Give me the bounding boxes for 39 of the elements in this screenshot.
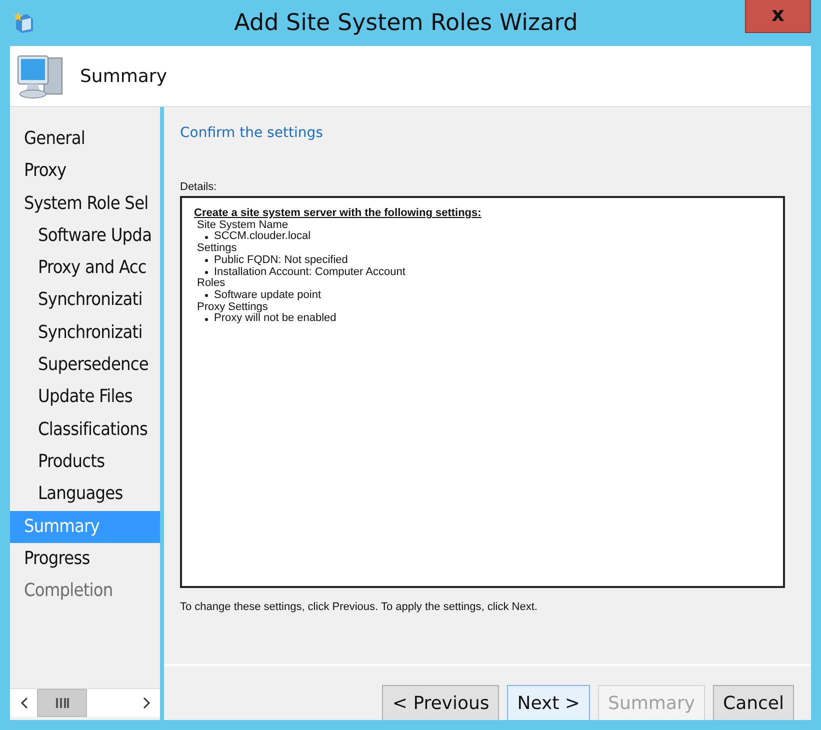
sidebar-item[interactable]: Products [10, 446, 160, 478]
sidebar-item[interactable]: Software Upda [10, 220, 160, 252]
bullet-icon [205, 259, 208, 262]
details-section-title: Site System Name [196, 220, 288, 232]
sidebar-item[interactable]: Synchronizati [10, 284, 160, 317]
details-item: Proxy will not be enabled [214, 313, 336, 326]
details-section-title: Proxy Settings [196, 302, 269, 313]
details-heading: Create a site system server with the following settings: [194, 208, 482, 220]
wizard-button[interactable]: Next > [507, 685, 590, 720]
window-title: Add Site System Roles Wizard [233, 10, 579, 36]
details-section-title: Settings [196, 243, 238, 255]
wizard-button[interactable]: Cancel [713, 685, 794, 720]
details-item: SCCM.clouder.local [214, 231, 311, 243]
sidebar-item[interactable]: General [10, 123, 160, 156]
bullet-icon [205, 270, 208, 274]
sidebar-item[interactable]: Supersedence [10, 349, 160, 382]
sidebar-item[interactable]: Languages [10, 478, 160, 511]
details-item: Software update point [214, 290, 322, 302]
wizard-button[interactable]: < Previous [382, 685, 500, 720]
sidebar-item[interactable]: Synchronizati [10, 316, 160, 350]
page-title: Summary [80, 66, 167, 86]
bullet-icon [205, 294, 208, 298]
bullet-icon [205, 318, 208, 321]
close-button[interactable]: x [745, 0, 811, 33]
horizontal-scrollbar[interactable] [10, 688, 160, 717]
sidebar-item[interactable]: Classifications [10, 414, 160, 446]
section-heading: Confirm the settings [180, 125, 324, 141]
sidebar-item[interactable]: Progress [10, 542, 160, 576]
scroll-thumb[interactable] [37, 689, 87, 717]
details-label: Details: [180, 181, 218, 193]
details-item: Public FQDN: Not specified [214, 254, 348, 267]
sidebar-item[interactable]: System Role Sel [10, 188, 160, 220]
bullet-icon [205, 236, 208, 239]
details-item: Installation Account: Computer Account [214, 266, 406, 278]
sidebar-item[interactable]: Proxy [10, 155, 160, 188]
sidebar-item[interactable]: Update Files [10, 381, 160, 414]
sidebar-item[interactable]: Proxy and Acc [10, 252, 160, 284]
instruction-text: To change these settings, click Previous. To apply the settings, click Next. [180, 601, 538, 613]
details-section-title: Roles [196, 278, 226, 290]
